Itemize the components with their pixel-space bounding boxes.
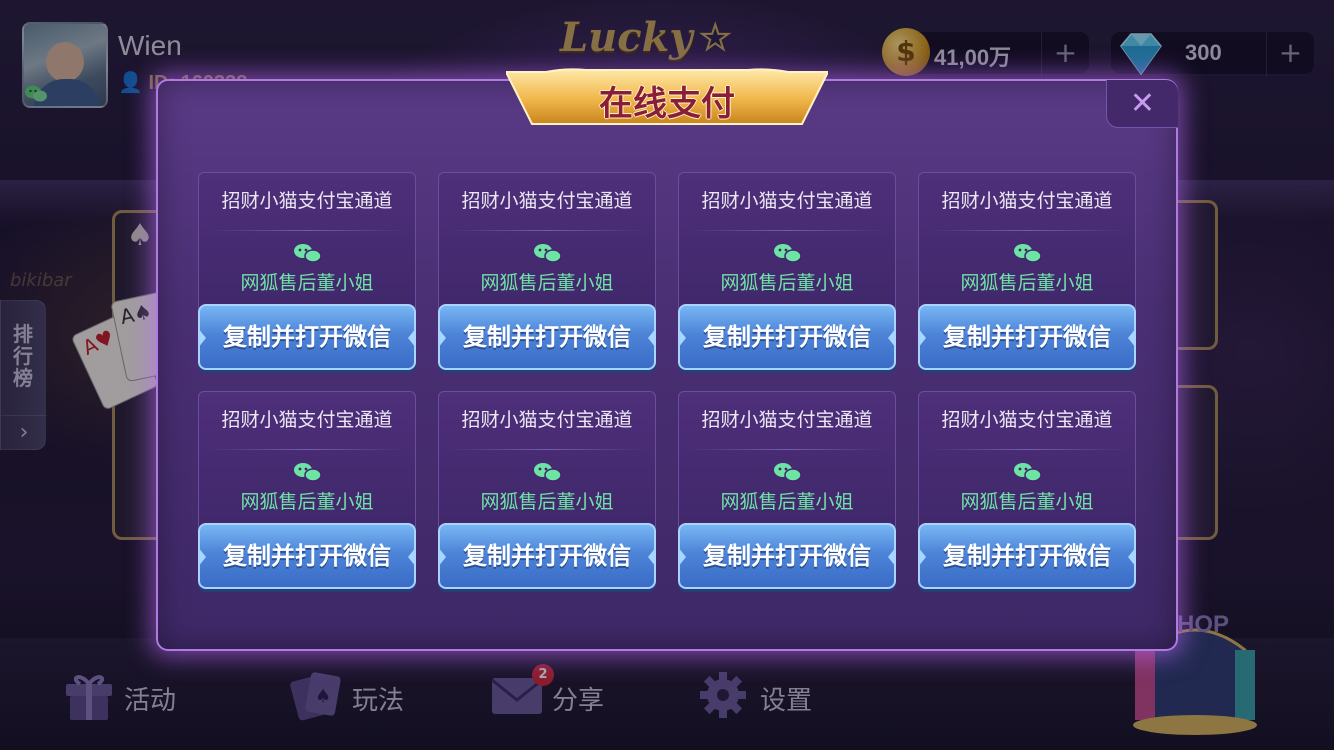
wechat-icon <box>294 463 322 482</box>
wechat-icon <box>534 463 562 482</box>
channel-title: 招财小猫支付宝通道 <box>461 190 633 212</box>
channel-title: 招财小猫支付宝通道 <box>461 409 633 431</box>
wechat-icon <box>1014 244 1042 263</box>
payment-channel-card: 招财小猫支付宝通道 网狐售后董小姐 复制并打开微信 <box>198 172 416 370</box>
agent-name: 网狐售后董小姐 <box>720 491 854 513</box>
payment-channel-card: 招财小猫支付宝通道 网狐售后董小姐 复制并打开微信 <box>438 172 656 370</box>
channel-title: 招财小猫支付宝通道 <box>701 190 873 212</box>
copy-open-wechat-button[interactable]: 复制并打开微信 <box>438 304 656 370</box>
copy-open-wechat-button[interactable]: 复制并打开微信 <box>918 304 1136 370</box>
copy-open-wechat-button[interactable]: 复制并打开微信 <box>678 523 896 589</box>
channel-title: 招财小猫支付宝通道 <box>221 409 393 431</box>
wechat-icon <box>1014 463 1042 482</box>
payment-channel-card: 招财小猫支付宝通道 网狐售后董小姐 复制并打开微信 <box>678 172 896 370</box>
channel-title: 招财小猫支付宝通道 <box>941 409 1113 431</box>
agent-name: 网狐售后董小姐 <box>480 272 614 294</box>
close-button[interactable]: ✕ <box>1106 80 1178 128</box>
channel-title: 招财小猫支付宝通道 <box>701 409 873 431</box>
copy-open-wechat-button[interactable]: 复制并打开微信 <box>198 304 416 370</box>
agent-name: 网狐售后董小姐 <box>240 272 374 294</box>
payment-channel-card: 招财小猫支付宝通道 网狐售后董小姐 复制并打开微信 <box>198 391 416 589</box>
agent-name: 网狐售后董小姐 <box>480 491 614 513</box>
wechat-icon <box>774 244 802 263</box>
channel-title: 招财小猫支付宝通道 <box>941 190 1113 212</box>
payment-channel-card: 招财小猫支付宝通道 网狐售后董小姐 复制并打开微信 <box>438 391 656 589</box>
wechat-icon <box>294 244 322 263</box>
agent-name: 网狐售后董小姐 <box>960 491 1094 513</box>
payment-channel-card: 招财小猫支付宝通道 网狐售后董小姐 复制并打开微信 <box>678 391 896 589</box>
modal-title: 在线支付 <box>599 84 735 124</box>
wechat-icon <box>534 244 562 263</box>
agent-name: 网狐售后董小姐 <box>960 272 1094 294</box>
copy-open-wechat-button[interactable]: 复制并打开微信 <box>918 523 1136 589</box>
copy-open-wechat-button[interactable]: 复制并打开微信 <box>438 523 656 589</box>
payment-channel-card: 招财小猫支付宝通道 网狐售后董小姐 复制并打开微信 <box>918 391 1136 589</box>
copy-open-wechat-button[interactable]: 复制并打开微信 <box>678 304 896 370</box>
modal-title-wrap: 在线支付 <box>506 66 828 128</box>
copy-open-wechat-button[interactable]: 复制并打开微信 <box>198 523 416 589</box>
channel-title: 招财小猫支付宝通道 <box>221 190 393 212</box>
agent-name: 网狐售后董小姐 <box>240 491 374 513</box>
agent-name: 网狐售后董小姐 <box>720 272 854 294</box>
wechat-icon <box>774 463 802 482</box>
payment-channel-card: 招财小猫支付宝通道 网狐售后董小姐 复制并打开微信 <box>918 172 1136 370</box>
